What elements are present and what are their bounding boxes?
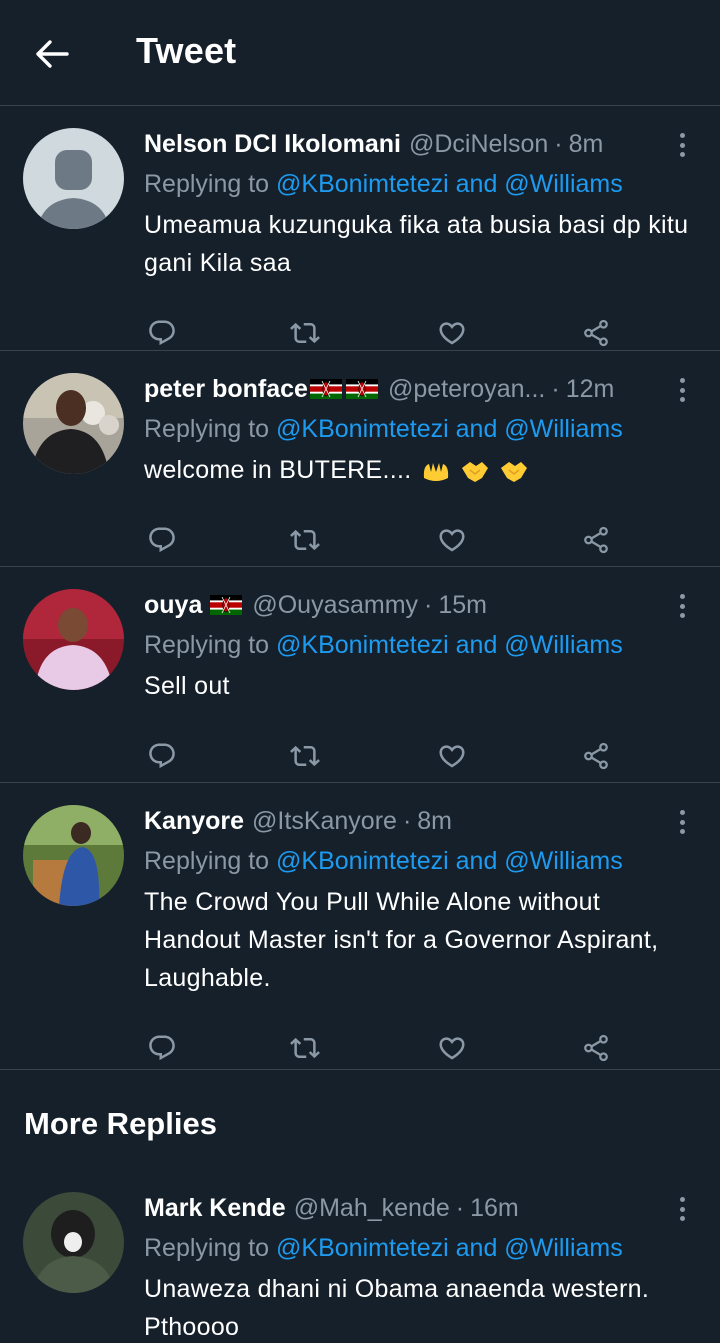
page-title: Tweet — [136, 30, 237, 71]
author-name[interactable]: ouya — [144, 587, 202, 623]
like-icon — [437, 318, 467, 348]
share-button[interactable] — [581, 741, 611, 771]
avatar[interactable] — [23, 128, 124, 229]
replying-to-link[interactable]: @KBonimtetezi and @Williams — [276, 170, 623, 198]
tweet-text: Sell out — [144, 672, 230, 700]
like-icon — [437, 1033, 467, 1063]
author-name[interactable]: Nelson DCI Ikolomani — [144, 126, 401, 162]
like-button[interactable] — [437, 525, 467, 555]
timestamp: 12m — [565, 375, 615, 403]
replying-to-link[interactable]: @KBonimtetezi and @Williams — [276, 415, 623, 443]
separator: · — [402, 807, 412, 835]
retweet-button[interactable] — [290, 318, 320, 348]
reply-tweet[interactable]: Kanyore @ItsKanyore · 8m Replying to @KB… — [0, 783, 720, 1070]
more-options-button[interactable] — [672, 807, 692, 837]
avatar[interactable] — [23, 805, 124, 906]
share-button[interactable] — [581, 1033, 611, 1063]
author-handle[interactable]: @ItsKanyore — [252, 803, 397, 839]
author-handle[interactable]: @Mah_kende — [294, 1190, 450, 1226]
tweet-text: The Crowd You Pull While Alone without H… — [144, 888, 659, 992]
like-button[interactable] — [437, 741, 467, 771]
replying-to: Replying to @KBonimtetezi and @Williams — [144, 1234, 623, 1262]
separator: · — [455, 1194, 465, 1222]
replying-to-link[interactable]: @KBonimtetezi and @Williams — [276, 631, 623, 659]
tweet-text: Unaweza dhani ni Obama anaenda western. … — [144, 1275, 650, 1341]
like-icon — [437, 741, 467, 771]
reply-icon — [147, 525, 177, 555]
reply-button[interactable] — [147, 741, 177, 771]
share-button[interactable] — [581, 318, 611, 348]
replying-to: Replying to @KBonimtetezi and @Williams — [144, 847, 623, 875]
more-options-button[interactable] — [672, 591, 692, 621]
reply-tweet[interactable]: Nelson DCI Ikolomani @DciNelson · 8m Rep… — [0, 106, 720, 351]
replying-to: Replying to @KBonimtetezi and @Williams — [144, 631, 623, 659]
kenya-flag-icon — [346, 379, 378, 399]
reply-icon — [147, 741, 177, 771]
kenya-flag-icon — [210, 595, 242, 615]
avatar[interactable] — [23, 373, 124, 474]
share-icon — [581, 525, 611, 555]
handshake-icon — [501, 462, 528, 483]
separator: · — [551, 375, 560, 403]
avatar[interactable] — [23, 589, 124, 690]
tweet-actions — [144, 1005, 690, 1091]
like-button[interactable] — [437, 1033, 467, 1063]
reply-tweet[interactable]: Mark Kende @Mah_kende · 16m Replying to … — [0, 1186, 720, 1343]
replying-to-link[interactable]: @KBonimtetezi and @Williams — [276, 847, 623, 875]
retweet-icon — [290, 525, 320, 555]
like-button[interactable] — [437, 318, 467, 348]
retweet-icon — [290, 1033, 320, 1063]
more-options-button[interactable] — [672, 1194, 692, 1224]
tweet-text: welcome in BUTERE.... — [144, 451, 690, 489]
author-name[interactable]: Kanyore — [144, 803, 244, 839]
like-icon — [437, 525, 467, 555]
share-icon — [581, 1033, 611, 1063]
reply-icon — [147, 318, 177, 348]
replying-to-link[interactable]: @KBonimtetezi and @Williams — [276, 1234, 623, 1262]
avatar[interactable] — [23, 1192, 124, 1293]
separator: · — [554, 130, 563, 158]
raising-hands-icon — [423, 463, 448, 482]
back-arrow-icon — [36, 40, 69, 68]
retweet-icon — [290, 741, 320, 771]
replying-to: Replying to @KBonimtetezi and @Williams — [144, 415, 623, 443]
timestamp: 8m — [568, 130, 604, 158]
retweet-icon — [290, 318, 320, 348]
author-handle[interactable]: @DciNelson — [409, 126, 548, 162]
replying-to: Replying to @KBonimtetezi and @Williams — [144, 170, 623, 198]
timestamp: 8m — [417, 807, 452, 835]
author-handle[interactable]: @Ouyasammy — [252, 587, 418, 623]
handshake-icon — [461, 462, 488, 483]
retweet-button[interactable] — [290, 525, 320, 555]
author-name[interactable]: Mark Kende — [144, 1190, 286, 1226]
share-icon — [581, 318, 611, 348]
share-button[interactable] — [581, 525, 611, 555]
reply-icon — [147, 1033, 177, 1063]
reply-button[interactable] — [147, 1033, 177, 1063]
separator: · — [424, 591, 433, 619]
share-icon — [581, 741, 611, 771]
retweet-button[interactable] — [290, 1033, 320, 1063]
reply-tweet[interactable]: ouya @Ouyasammy · 15m Replying to @KBoni… — [0, 567, 720, 783]
top-app-bar: Tweet — [0, 0, 720, 106]
author-name[interactable]: peter bonface — [144, 371, 308, 407]
reply-button[interactable] — [147, 318, 177, 348]
more-options-button[interactable] — [672, 375, 692, 405]
kenya-flag-icon — [310, 379, 342, 399]
timestamp: 16m — [470, 1194, 519, 1222]
back-button[interactable] — [34, 36, 70, 72]
tweet-text: Umeamua kuzunguka fika ata busia basi dp… — [144, 211, 689, 277]
reply-button[interactable] — [147, 525, 177, 555]
reply-tweet[interactable]: peter bonface @peteroyan... · 12m Replyi… — [0, 351, 720, 567]
retweet-button[interactable] — [290, 741, 320, 771]
author-handle[interactable]: @peteroyan... — [388, 371, 545, 407]
timestamp: 15m — [438, 591, 488, 619]
more-options-button[interactable] — [672, 130, 692, 160]
